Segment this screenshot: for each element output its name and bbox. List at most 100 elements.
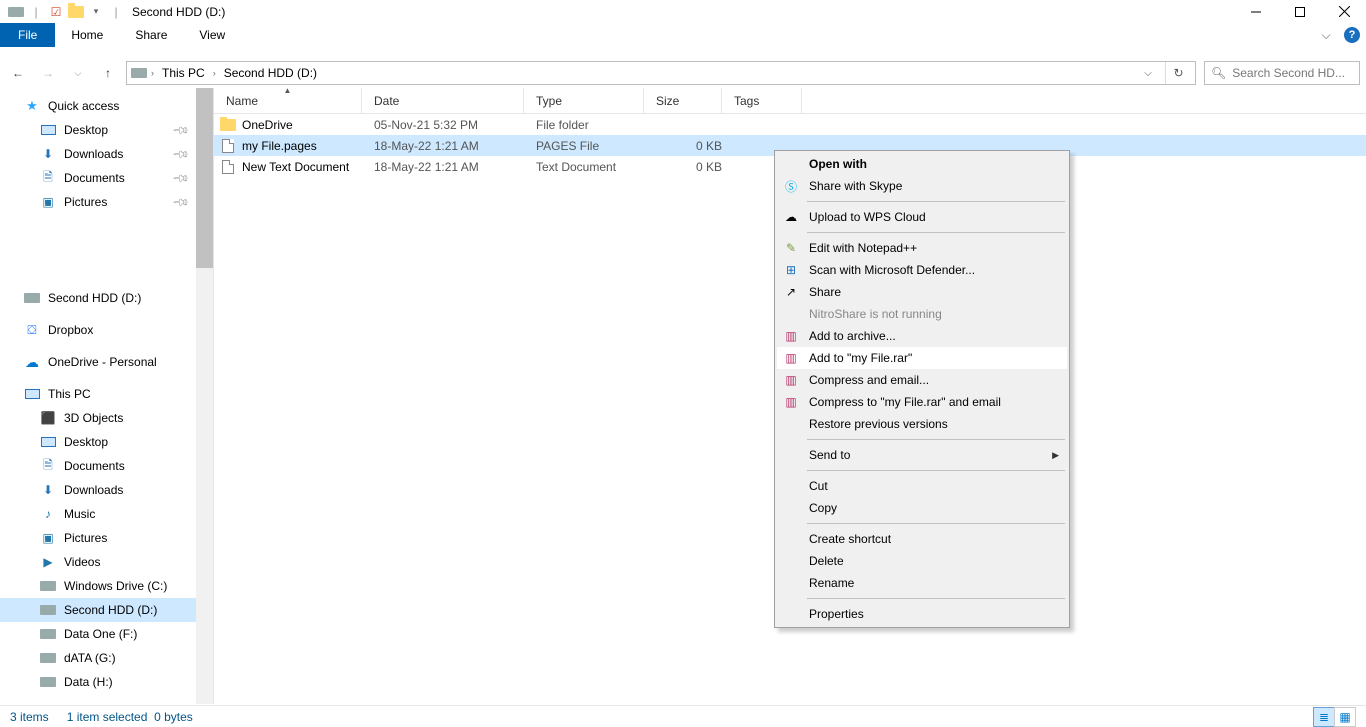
- winrar-icon: ▥: [783, 372, 799, 388]
- nav-quick-access[interactable]: ★Quick access: [0, 94, 196, 118]
- cube-icon: ⬛: [40, 410, 56, 426]
- downloads-icon: ⬇: [40, 482, 56, 498]
- nav-videos[interactable]: ▶Videos: [0, 550, 196, 574]
- ribbon-collapse-icon[interactable]: ⌵: [1314, 23, 1338, 47]
- nav-this-pc[interactable]: This PC: [0, 382, 196, 406]
- qat-dropdown-icon[interactable]: ▾: [88, 4, 104, 20]
- help-button[interactable]: ?: [1338, 23, 1366, 47]
- col-name[interactable]: ▲Name: [214, 88, 362, 113]
- nav-downloads2[interactable]: ⬇Downloads: [0, 478, 196, 502]
- qat-newfolder-icon[interactable]: [68, 4, 84, 20]
- search-input[interactable]: 🔍︎ Search Second HD...: [1204, 61, 1360, 85]
- star-icon: ★: [24, 98, 40, 114]
- menu-share[interactable]: ↗Share: [777, 281, 1067, 303]
- nav-desktop[interactable]: Desktop📌︎: [0, 118, 196, 142]
- col-size[interactable]: Size: [644, 88, 722, 113]
- status-selected: 1 item selected 0 bytes: [67, 710, 193, 724]
- drive-icon: [40, 602, 56, 618]
- folder-icon: [220, 117, 236, 133]
- documents-icon: 🗎: [40, 170, 56, 186]
- status-items: 3 items: [10, 710, 49, 724]
- menu-compress-to-email[interactable]: ▥Compress to "my File.rar" and email: [777, 391, 1067, 413]
- nav-documents2[interactable]: 🗎Documents: [0, 454, 196, 478]
- winrar-icon: ▥: [783, 350, 799, 366]
- menu-add-archive[interactable]: ▥Add to archive...: [777, 325, 1067, 347]
- chevron-right-icon: ▶: [1052, 450, 1059, 461]
- refresh-button[interactable]: ↻: [1165, 62, 1191, 84]
- address-row: ← → ⌵ ↑ › This PC › Second HDD (D:) ⌵ ↻ …: [8, 57, 1360, 89]
- file-icon: [220, 138, 236, 154]
- nav-3dobjects[interactable]: ⬛3D Objects: [0, 406, 196, 430]
- qat-sep: |: [28, 4, 44, 20]
- pin-icon: 📌︎: [171, 144, 190, 163]
- menu-rename[interactable]: Rename: [777, 572, 1067, 594]
- address-dropdown-icon[interactable]: ⌵: [1135, 62, 1161, 84]
- music-icon: ♪: [40, 506, 56, 522]
- menu-send-to[interactable]: Send to▶: [777, 444, 1067, 466]
- chevron-right-icon[interactable]: ›: [151, 68, 154, 78]
- menu-create-shortcut[interactable]: Create shortcut: [777, 528, 1067, 550]
- table-row[interactable]: OneDrive 05-Nov-21 5:32 PM File folder: [214, 114, 1366, 135]
- breadcrumb[interactable]: Second HDD (D:): [220, 66, 321, 80]
- breadcrumb[interactable]: This PC: [158, 66, 209, 80]
- tab-file[interactable]: File: [0, 23, 55, 47]
- minimize-button[interactable]: [1234, 0, 1278, 23]
- nav-drive-d[interactable]: Second HDD (D:): [0, 598, 196, 622]
- scrollbar-thumb[interactable]: [196, 88, 213, 268]
- tab-share[interactable]: Share: [119, 23, 183, 47]
- file-list[interactable]: OneDrive 05-Nov-21 5:32 PM File folder m…: [214, 114, 1366, 704]
- forward-button[interactable]: →: [38, 63, 58, 83]
- menu-copy[interactable]: Copy: [777, 497, 1067, 519]
- tab-view[interactable]: View: [183, 23, 241, 47]
- nav-music[interactable]: ♪Music: [0, 502, 196, 526]
- pin-icon: 📌︎: [171, 192, 190, 211]
- nav-drive-g[interactable]: dATA (G:): [0, 646, 196, 670]
- downloads-icon: ⬇: [40, 146, 56, 162]
- tab-home[interactable]: Home: [55, 23, 119, 47]
- nav-second-hdd-top[interactable]: Second HDD (D:): [0, 286, 196, 310]
- qat-properties-icon[interactable]: ☑: [48, 4, 64, 20]
- nav-drive-c[interactable]: Windows Drive (C:): [0, 574, 196, 598]
- chevron-right-icon[interactable]: ›: [213, 68, 216, 78]
- nav-scrollbar[interactable]: [196, 88, 213, 704]
- col-type[interactable]: Type: [524, 88, 644, 113]
- menu-add-to-rar[interactable]: ▥Add to "my File.rar": [777, 347, 1067, 369]
- nav-drive-f[interactable]: Data One (F:): [0, 622, 196, 646]
- nav-desktop2[interactable]: Desktop: [0, 430, 196, 454]
- view-details-button[interactable]: ≣: [1313, 707, 1335, 727]
- up-button[interactable]: ↑: [98, 63, 118, 83]
- col-tags[interactable]: Tags: [722, 88, 802, 113]
- nav-documents[interactable]: 🗎Documents📌︎: [0, 166, 196, 190]
- back-button[interactable]: ←: [8, 63, 28, 83]
- recent-locations-icon[interactable]: ⌵: [68, 63, 88, 83]
- maximize-button[interactable]: [1278, 0, 1322, 23]
- menu-notepad[interactable]: ✎Edit with Notepad++: [777, 237, 1067, 259]
- nav-dropbox[interactable]: ⛋Dropbox: [0, 318, 196, 342]
- menu-properties[interactable]: Properties: [777, 603, 1067, 625]
- view-large-button[interactable]: ▦: [1334, 707, 1356, 727]
- menu-upload-wps[interactable]: ☁Upload to WPS Cloud: [777, 206, 1067, 228]
- address-bar[interactable]: › This PC › Second HDD (D:) ⌵ ↻: [126, 61, 1196, 85]
- menu-compress-email[interactable]: ▥Compress and email...: [777, 369, 1067, 391]
- menu-delete[interactable]: Delete: [777, 550, 1067, 572]
- videos-icon: ▶: [40, 554, 56, 570]
- nav-pictures2[interactable]: ▣Pictures: [0, 526, 196, 550]
- menu-open-with[interactable]: Open with: [777, 153, 1067, 175]
- menu-cut[interactable]: Cut: [777, 475, 1067, 497]
- menu-restore[interactable]: Restore previous versions: [777, 413, 1067, 435]
- nav-pictures[interactable]: ▣Pictures📌︎: [0, 190, 196, 214]
- monitor-icon: [24, 386, 40, 402]
- col-date[interactable]: Date: [362, 88, 524, 113]
- nav-drive-h[interactable]: Data (H:): [0, 670, 196, 694]
- close-button[interactable]: [1322, 0, 1366, 23]
- nav-onedrive[interactable]: ☁OneDrive - Personal: [0, 350, 196, 374]
- winrar-icon: ▥: [783, 328, 799, 344]
- nav-downloads[interactable]: ⬇Downloads📌︎: [0, 142, 196, 166]
- menu-share-skype[interactable]: ⓈShare with Skype: [777, 175, 1067, 197]
- context-menu: Open with ⓈShare with Skype ☁Upload to W…: [774, 150, 1070, 628]
- drive-icon: [24, 290, 40, 306]
- documents-icon: 🗎: [40, 458, 56, 474]
- pictures-icon: ▣: [40, 194, 56, 210]
- menu-defender[interactable]: ⊞Scan with Microsoft Defender...: [777, 259, 1067, 281]
- drive-icon: [40, 650, 56, 666]
